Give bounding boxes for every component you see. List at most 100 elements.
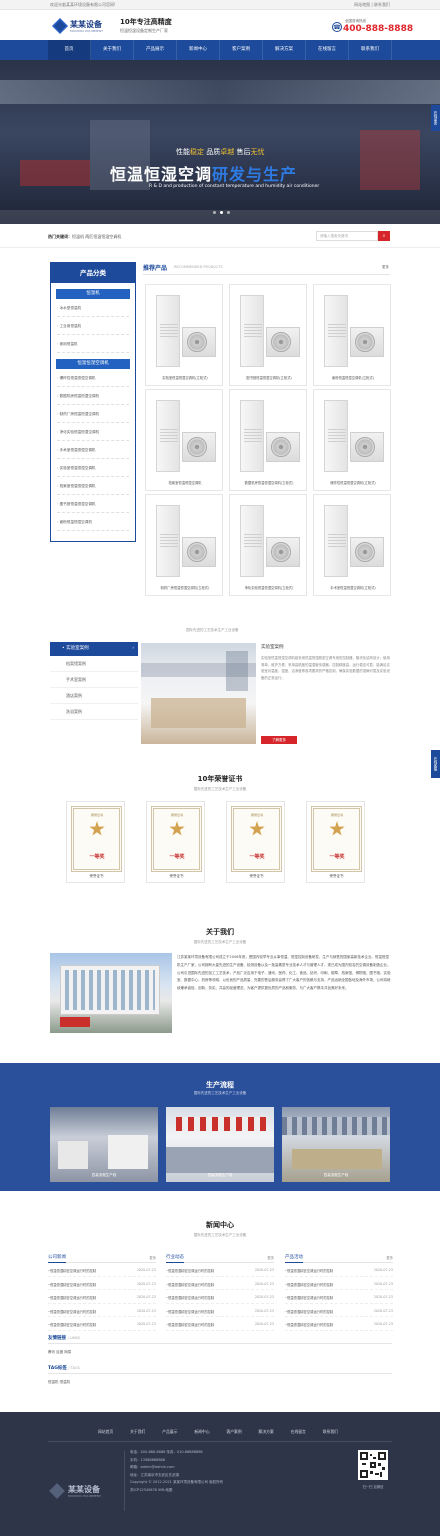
nav-news[interactable]: 新闻中心 bbox=[177, 40, 220, 60]
news-row[interactable]: 恒温恒湿精密空调运行时的控制 2020-07-23 bbox=[285, 1290, 393, 1304]
news-column-title[interactable]: 行业动态 bbox=[166, 1254, 184, 1263]
footer-nav-item[interactable]: 网站首页 bbox=[98, 1429, 113, 1435]
news-column-title[interactable]: 产品活动 bbox=[285, 1254, 303, 1263]
nav-contact[interactable]: 联系我们 bbox=[349, 40, 392, 60]
hero-banner[interactable]: 性能稳定 品质卓越 售后无忧 恒温恒湿空调研发与生产 R & D and pro… bbox=[0, 60, 440, 224]
product-image[interactable] bbox=[236, 394, 302, 478]
case-title[interactable]: 实验室案例 bbox=[261, 644, 284, 650]
news-title-link[interactable]: 恒温恒湿精密空调运行时的控制 bbox=[166, 1322, 214, 1327]
case-photo[interactable] bbox=[141, 643, 256, 744]
news-row[interactable]: 恒温恒湿精密空调运行时的控制 2020-07-23 bbox=[48, 1304, 156, 1317]
search-icon[interactable]: ⌕ bbox=[378, 231, 390, 241]
news-more-link[interactable]: 更多 bbox=[386, 1255, 393, 1260]
product-image[interactable] bbox=[236, 289, 302, 373]
news-column-title[interactable]: 公司新闻 bbox=[48, 1254, 66, 1263]
category-item[interactable]: 冰水型恒温机 bbox=[57, 299, 129, 317]
news-row[interactable]: 恒温恒湿精密空调运行时的控制 2020-07-23 bbox=[48, 1290, 156, 1304]
category-item[interactable]: 档案室恒温恒湿空调机 bbox=[57, 477, 129, 495]
top-links[interactable]: 网站地图 | 联系我们 bbox=[354, 2, 390, 8]
case-menu-active[interactable]: • 实验室案例 › bbox=[50, 642, 138, 656]
news-title-link[interactable]: 恒温恒湿精密空调运行时的控制 bbox=[166, 1282, 214, 1287]
product-card[interactable]: 档案室恒温恒湿空调机 bbox=[145, 389, 223, 491]
category-item[interactable]: 家用恒温机 bbox=[57, 335, 129, 353]
category-item[interactable]: 净化实验恒温恒湿空调机 bbox=[57, 423, 129, 441]
news-row[interactable]: 恒温恒湿精密空调运行时的控制 2020-07-23 bbox=[166, 1290, 274, 1304]
category-group-ac[interactable]: 恒温恒湿空调机 bbox=[56, 359, 130, 369]
category-item[interactable]: 制药厂房恒温恒湿空调机 bbox=[57, 405, 129, 423]
category-item[interactable]: 图书馆恒温恒湿空调机 bbox=[57, 495, 129, 513]
nav-home[interactable]: 首页 bbox=[48, 40, 91, 60]
banner-dot[interactable] bbox=[227, 211, 230, 214]
product-image[interactable] bbox=[152, 394, 218, 478]
footer-nav-item[interactable]: 解决方案 bbox=[259, 1429, 274, 1435]
news-row[interactable]: 恒温恒湿精密空调运行时的控制 2020-07-23 bbox=[166, 1317, 274, 1331]
certificate-card[interactable]: 荣誉证书 一等奖 荣誉证书 bbox=[306, 801, 365, 883]
nav-products[interactable]: 产品展示 bbox=[134, 40, 177, 60]
product-image[interactable] bbox=[236, 499, 302, 583]
product-card[interactable]: 制药厂房恒温恒湿空调机(立柜式) bbox=[145, 494, 223, 596]
category-item[interactable]: 面粉恒温恒湿空调机 bbox=[57, 513, 129, 531]
logo-icon[interactable] bbox=[52, 18, 68, 34]
news-title-link[interactable]: 恒温恒湿精密空调运行时的控制 bbox=[48, 1295, 96, 1300]
news-title-link[interactable]: 恒温恒湿精密空调运行时的控制 bbox=[48, 1309, 96, 1314]
banner-dot[interactable] bbox=[213, 211, 216, 214]
news-row[interactable]: 恒温恒湿精密空调运行时的控制 2020-07-23 bbox=[48, 1277, 156, 1290]
news-title-link[interactable]: 恒温恒湿精密空调运行时的控制 bbox=[285, 1295, 333, 1300]
news-row[interactable]: 恒温恒湿精密空调运行时的控制 2020-07-23 bbox=[285, 1263, 393, 1277]
product-label[interactable]: 数据机房恒温恒湿空调机(立柜式) bbox=[232, 480, 306, 485]
news-title-link[interactable]: 恒温恒湿精密空调运行时的控制 bbox=[48, 1322, 96, 1327]
friend-links-items[interactable]: 腾讯 百度 网易 bbox=[48, 1350, 392, 1355]
side-tab-message[interactable]: 在线留言 bbox=[431, 105, 440, 131]
product-label[interactable]: 面粉恒温恒湿空调机(立柜式) bbox=[316, 375, 390, 380]
news-more-link[interactable]: 更多 bbox=[267, 1255, 274, 1260]
product-label[interactable]: 手术室恒温恒湿空调机(立柜式) bbox=[316, 585, 390, 590]
footer-nav-item[interactable]: 新闻中心 bbox=[194, 1429, 209, 1435]
product-image[interactable] bbox=[320, 289, 386, 373]
product-card[interactable]: 实验室恒温恒湿空调机(立柜式) bbox=[145, 284, 223, 386]
learn-more-button[interactable]: 了解更多 bbox=[261, 736, 297, 744]
product-image[interactable] bbox=[152, 499, 218, 583]
footer-nav-item[interactable]: 客户案例 bbox=[226, 1429, 241, 1435]
tag-items[interactable]: 恒温机 恒温机 bbox=[48, 1380, 392, 1385]
products-more-link[interactable]: 更多 bbox=[382, 265, 389, 270]
news-row[interactable]: 恒温恒湿精密空调运行时的控制 2020-07-23 bbox=[285, 1277, 393, 1290]
category-item[interactable]: 爆炸性恒温恒湿空调机 bbox=[57, 369, 129, 387]
news-row[interactable]: 恒温恒湿精密空调运行时的控制 2020-07-23 bbox=[166, 1277, 274, 1290]
news-title-link[interactable]: 恒温恒湿精密空调运行时的控制 bbox=[166, 1268, 214, 1273]
category-group-thermostat[interactable]: 恒温机 bbox=[56, 289, 130, 299]
category-item[interactable]: 手术室恒温恒湿空调机 bbox=[57, 441, 129, 459]
search-input[interactable]: 请输入搜索关键词 bbox=[316, 231, 378, 241]
product-card[interactable]: 手术室恒温恒湿空调机(立柜式) bbox=[313, 494, 391, 596]
news-more-link[interactable]: 更多 bbox=[149, 1255, 156, 1260]
product-label[interactable]: 净化实验恒温恒湿空调机(立柜式) bbox=[232, 585, 306, 590]
news-title-link[interactable]: 恒温恒湿精密空调运行时的控制 bbox=[285, 1309, 333, 1314]
category-item[interactable]: 工业用恒温机 bbox=[57, 317, 129, 335]
footer-nav-item[interactable]: 产品展示 bbox=[162, 1429, 177, 1435]
news-title-link[interactable]: 恒温恒湿精密空调运行时的控制 bbox=[48, 1268, 96, 1273]
nav-cases[interactable]: 客户案例 bbox=[220, 40, 263, 60]
product-card[interactable]: 数据机房恒温恒湿空调机(立柜式) bbox=[229, 389, 307, 491]
news-row[interactable]: 恒温恒湿精密空调运行时的控制 2020-07-23 bbox=[285, 1304, 393, 1317]
hot-keywords[interactable]: 恒温机 两匹恒温恒湿空调机 bbox=[72, 234, 121, 240]
product-image[interactable] bbox=[320, 499, 386, 583]
flow-photo[interactable]: 四高流程生产线 bbox=[282, 1107, 390, 1182]
category-item[interactable]: 实验室恒温恒湿空调机 bbox=[57, 459, 129, 477]
product-label[interactable]: 档案室恒温恒湿空调机 bbox=[148, 480, 222, 485]
news-row[interactable]: 恒温恒湿精密空调运行时的控制 2020-07-23 bbox=[285, 1317, 393, 1331]
case-menu-item[interactable]: 洗浴案例 bbox=[50, 704, 138, 720]
product-image[interactable] bbox=[152, 289, 218, 373]
certificate-card[interactable]: 荣誉证书 一等奖 荣誉证书 bbox=[146, 801, 205, 883]
case-menu-item[interactable]: 手术室案例 bbox=[50, 672, 138, 688]
flow-photo[interactable]: 四高流程生产线 bbox=[50, 1107, 158, 1182]
news-title-link[interactable]: 恒温恒湿精密空调运行时的控制 bbox=[48, 1282, 96, 1287]
news-title-link[interactable]: 恒温恒湿精密空调运行时的控制 bbox=[285, 1268, 333, 1273]
product-label[interactable]: 图书馆恒温恒湿空调机(立柜式) bbox=[232, 375, 306, 380]
news-row[interactable]: 恒温恒湿精密空调运行时的控制 2020-07-23 bbox=[166, 1263, 274, 1277]
product-card[interactable]: 爆炸性恒温恒湿空调机(立柜式) bbox=[313, 389, 391, 491]
case-menu-item[interactable]: 酒店案例 bbox=[50, 688, 138, 704]
product-image[interactable] bbox=[320, 394, 386, 478]
news-title-link[interactable]: 恒温恒湿精密空调运行时的控制 bbox=[285, 1322, 333, 1327]
footer-nav-item[interactable]: 关于我们 bbox=[130, 1429, 145, 1435]
product-label[interactable]: 制药厂房恒温恒湿空调机(立柜式) bbox=[148, 585, 222, 590]
news-row[interactable]: 恒温恒湿精密空调运行时的控制 2020-07-23 bbox=[48, 1263, 156, 1277]
